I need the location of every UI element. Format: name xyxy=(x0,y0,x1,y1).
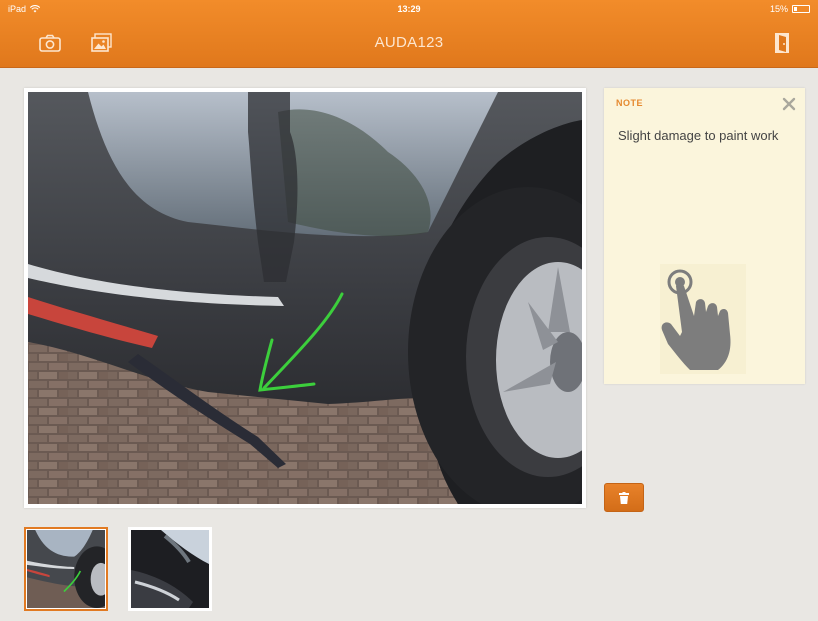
delete-button[interactable] xyxy=(604,483,644,512)
status-time: 13:29 xyxy=(397,4,421,14)
battery-percent: 15% xyxy=(769,4,788,14)
thumbnail-selected[interactable] xyxy=(24,527,108,611)
toolbar: AUDA123 xyxy=(0,20,818,66)
app-header: iPad 13:29 15% AUDA123 xyxy=(0,0,818,68)
damage-photo xyxy=(28,92,582,504)
exit-button[interactable] xyxy=(768,29,796,57)
main-photo[interactable] xyxy=(24,88,586,508)
close-icon[interactable] xyxy=(781,96,797,112)
page-title: AUDA123 xyxy=(374,34,444,51)
thumbnail-2[interactable] xyxy=(128,527,212,611)
tap-gesture-icon xyxy=(660,264,746,374)
battery-icon xyxy=(792,5,810,13)
trash-icon xyxy=(619,491,629,504)
note-panel: NOTE Slight damage to paint work xyxy=(604,88,805,384)
thumbnail-image-1 xyxy=(27,530,105,608)
note-text[interactable]: Slight damage to paint work xyxy=(618,128,788,144)
thumbnail-image-2 xyxy=(131,530,209,608)
status-bar: iPad 13:29 15% xyxy=(0,0,818,20)
status-right: 15% xyxy=(770,4,810,14)
exit-door-icon xyxy=(775,33,789,53)
note-label: NOTE xyxy=(616,98,644,108)
